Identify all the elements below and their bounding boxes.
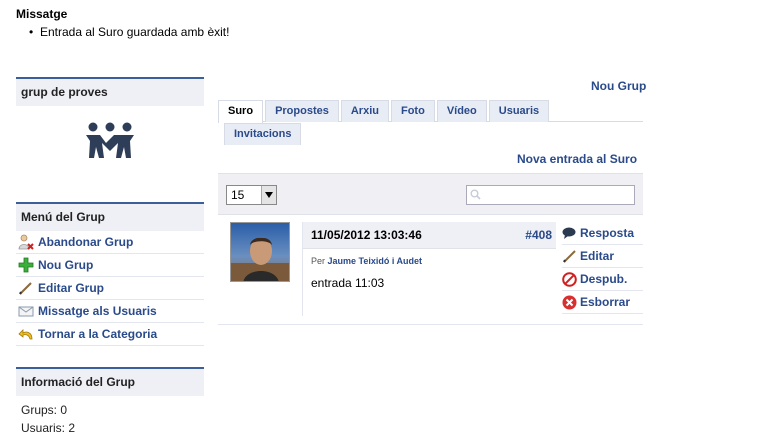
menu-item-tornar-categoria[interactable]: Tornar a la Categoria: [16, 323, 204, 346]
menu-item-missatge-usuaris[interactable]: Missatge als Usuaris: [16, 300, 204, 323]
post-body: 11/05/2012 13:03:46 #408 Per Jaume Teixi…: [302, 222, 556, 316]
menu-item-label: Editar Grup: [38, 281, 105, 295]
new-entry-link[interactable]: Nova entrada al Suro: [517, 152, 637, 166]
post-entry: 11/05/2012 13:03:46 #408 Per Jaume Teixi…: [218, 215, 643, 325]
message-text: Entrada al Suro guardada amb èxit!: [40, 25, 230, 39]
group-people-icon: [86, 122, 134, 158]
undo-arrow-icon: [18, 325, 36, 343]
group-logo: [16, 106, 204, 176]
delete-label: Esborrar: [580, 295, 631, 309]
page-size-value: 15: [231, 188, 245, 202]
page-size-select[interactable]: 15: [226, 185, 277, 205]
new-group-link[interactable]: Nou Grup: [591, 79, 646, 93]
plus-icon: [18, 256, 36, 274]
tab-video[interactable]: Vídeo: [436, 100, 487, 122]
reply-button[interactable]: Resposta: [562, 222, 643, 245]
menu-item-label: Nou Grup: [38, 258, 94, 272]
speech-bubble-icon: [562, 227, 580, 239]
unpublish-label: Despub.: [580, 272, 628, 286]
author-link[interactable]: Jaume Teixidó i Audet: [328, 256, 423, 266]
tab-propostes[interactable]: Propostes: [265, 100, 339, 122]
user-remove-icon: [18, 233, 36, 251]
post-author: Per Jaume Teixidó i Audet: [303, 256, 556, 266]
tab-suro[interactable]: Suro: [218, 100, 264, 123]
avatar[interactable]: [230, 222, 290, 282]
chevron-down-icon: [261, 186, 276, 204]
message-title: Missatge: [16, 7, 68, 21]
edit-label: Editar: [580, 249, 615, 263]
tab-invitacions[interactable]: Invitacions: [224, 123, 302, 145]
author-prefix: Per: [311, 256, 326, 266]
tab-usuaris[interactable]: Usuaris: [488, 100, 550, 122]
group-info: Informació del Grup Grups: 0 Usuaris: 2: [16, 367, 204, 437]
search-icon: [470, 189, 481, 203]
bullet-icon: •: [29, 25, 34, 39]
menu-item-abandonar-grup[interactable]: Abandonar Grup: [16, 231, 204, 254]
pencil-icon: [562, 248, 580, 264]
group-box: grup de proves: [16, 77, 204, 176]
message-item: • Entrada al Suro guardada amb èxit!: [29, 25, 230, 39]
unpublish-button[interactable]: Despub.: [562, 268, 643, 291]
menu-item-label: Tornar a la Categoria: [38, 327, 158, 341]
avatar-photo: [231, 223, 289, 281]
envelope-icon: [18, 302, 36, 320]
menu-item-label: Abandonar Grup: [38, 235, 134, 249]
no-entry-icon: [562, 271, 580, 287]
group-box-title: grup de proves: [16, 77, 204, 106]
menu-item-nou-grup[interactable]: Nou Grup: [16, 254, 204, 277]
reply-label: Resposta: [580, 226, 635, 240]
post-number-link[interactable]: #408: [525, 228, 552, 242]
delete-button[interactable]: Esborrar: [562, 291, 643, 314]
pencil-icon: [18, 279, 36, 297]
group-menu-title: Menú del Grup: [16, 202, 204, 231]
search-input[interactable]: [466, 185, 635, 205]
list-toolbar: 15: [218, 173, 643, 215]
tab-foto[interactable]: Foto: [390, 100, 435, 122]
menu-item-label: Missatge als Usuaris: [38, 304, 157, 318]
post-actions: Resposta Editar Despub. Esborrar: [562, 222, 643, 314]
info-groups: Grups: 0: [21, 403, 68, 417]
group-info-title: Informació del Grup: [16, 367, 204, 396]
post-text: entrada 11:03: [311, 276, 385, 290]
tab-bar: Suro Propostes Arxiu Foto Vídeo Usuaris …: [218, 100, 643, 145]
post-date: 11/05/2012 13:03:46: [311, 228, 422, 242]
menu-item-editar-grup[interactable]: Editar Grup: [16, 277, 204, 300]
post-header: 11/05/2012 13:03:46 #408: [303, 222, 556, 249]
delete-icon: [562, 295, 580, 310]
info-users: Usuaris: 2: [21, 421, 76, 435]
edit-button[interactable]: Editar: [562, 245, 643, 268]
tab-arxiu[interactable]: Arxiu: [340, 100, 389, 122]
group-menu: Menú del Grup Abandonar Grup Nou Grup Ed…: [16, 202, 204, 346]
